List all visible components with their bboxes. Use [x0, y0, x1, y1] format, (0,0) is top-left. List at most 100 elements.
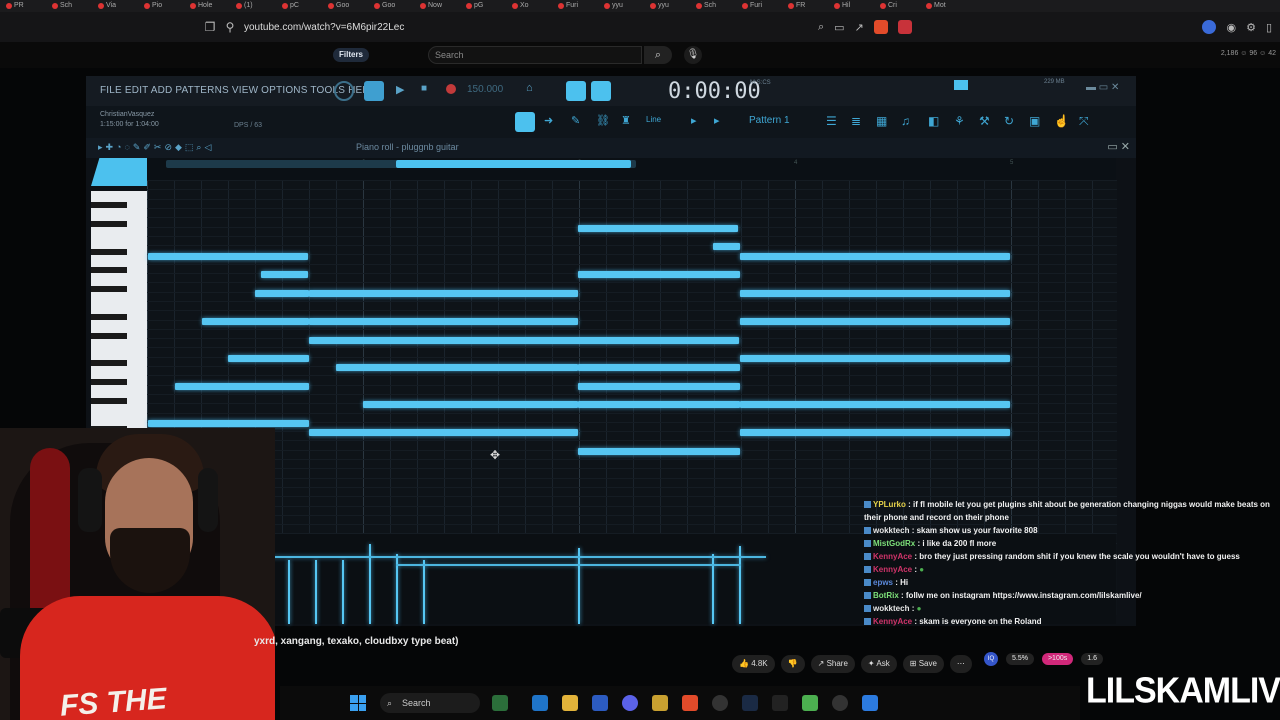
midi-note[interactable]: [175, 383, 309, 390]
rewards-icon[interactable]: [897, 20, 912, 34]
taskbar-search[interactable]: ⌕ Search: [380, 693, 480, 713]
windows-start-icon[interactable]: [350, 695, 366, 711]
black-key[interactable]: [91, 397, 127, 404]
black-key[interactable]: [91, 360, 127, 367]
browser-tab[interactable]: Furi: [742, 1, 784, 10]
app-icon-4k[interactable]: [832, 695, 848, 711]
app-icon-steam[interactable]: [742, 695, 758, 711]
black-key[interactable]: [91, 220, 127, 227]
midi-note[interactable]: [202, 318, 309, 325]
pattern-selector[interactable]: Pattern 1: [749, 115, 790, 126]
midi-note[interactable]: [578, 271, 740, 278]
browser-tab[interactable]: FR: [788, 1, 830, 10]
browser-tab[interactable]: Hil: [834, 1, 876, 10]
chat-username[interactable]: KennyAce: [873, 565, 912, 574]
url-field[interactable]: youtube.com/watch?v=6M6pir22Lec: [244, 22, 824, 33]
save-button[interactable]: ⊞ Save: [902, 655, 944, 673]
browser-tab[interactable]: Goo: [374, 1, 416, 10]
app-icon-brave[interactable]: [682, 695, 698, 711]
blend-notes-icon[interactable]: [591, 81, 611, 101]
extensions-icon[interactable]: ⚙: [1246, 21, 1256, 34]
browser-tab[interactable]: Goo: [328, 1, 370, 10]
app-icon-misc[interactable]: [772, 695, 788, 711]
share-button[interactable]: ↗ Share: [810, 655, 855, 673]
velocity-bar[interactable]: [342, 560, 344, 624]
app-icon-widgets[interactable]: [492, 695, 508, 711]
black-key[interactable]: [91, 286, 127, 292]
browser-tab[interactable]: Mot: [926, 1, 968, 10]
chat-username[interactable]: wokktech: [873, 604, 909, 613]
link-icon[interactable]: ⛓: [596, 114, 610, 127]
play-icon[interactable]: ▶: [396, 83, 404, 96]
close-wave-icon[interactable]: ⤧: [1079, 114, 1089, 129]
midi-note[interactable]: [740, 253, 1010, 260]
window-controls[interactable]: ▬ ▭ ✕: [1086, 82, 1119, 93]
browser-tab[interactable]: Sch: [52, 1, 94, 10]
arrow-right-icon[interactable]: ▸: [691, 114, 697, 127]
browser-tab[interactable]: pG: [466, 1, 508, 10]
browser-tab[interactable]: (1): [236, 1, 278, 10]
midi-note[interactable]: [228, 355, 309, 362]
chat-username[interactable]: wokktech: [873, 526, 909, 535]
midi-note[interactable]: [309, 337, 739, 344]
touch-icon[interactable]: ☝: [1054, 114, 1069, 128]
chat-username[interactable]: BotRix: [873, 591, 899, 600]
app-icon-copilot[interactable]: [532, 695, 548, 711]
app-icon-obs[interactable]: [712, 695, 728, 711]
app-icon-green[interactable]: [802, 695, 818, 711]
midi-note[interactable]: [148, 253, 308, 260]
midi-note[interactable]: [255, 290, 309, 297]
site-info-icon[interactable]: ⚲: [220, 20, 240, 34]
piano-roll-tools[interactable]: ▸✚◔◌✎✐✂⊘◆⬚⌕◁: [98, 142, 214, 153]
note-properties-tab[interactable]: [91, 158, 147, 186]
share-page-icon[interactable]: ↗: [855, 21, 864, 34]
app-icon-discord[interactable]: [622, 695, 638, 711]
sidebar-icon[interactable]: ▯: [1266, 21, 1272, 34]
chat-username[interactable]: epws: [873, 578, 893, 587]
tools-icon[interactable]: ⚒: [979, 114, 990, 128]
midi-note[interactable]: [148, 420, 309, 427]
dislike-button[interactable]: 👎: [780, 655, 805, 673]
loop-selection[interactable]: [396, 160, 631, 168]
brave-shield-icon[interactable]: [873, 20, 888, 34]
browser-tab[interactable]: Pio: [144, 1, 186, 10]
black-key[interactable]: [91, 313, 127, 320]
save-icon[interactable]: ▣: [1029, 114, 1040, 128]
stop-icon[interactable]: ■: [421, 83, 427, 94]
midi-note[interactable]: [578, 225, 738, 232]
step-edit-icon[interactable]: [566, 81, 586, 101]
browser-tab[interactable]: Furi: [558, 1, 600, 10]
midi-note[interactable]: [578, 364, 740, 371]
piano-roll-icon[interactable]: ♫: [901, 114, 910, 128]
app-icon-store[interactable]: [592, 695, 608, 711]
channel-rack-icon[interactable]: ≣: [851, 114, 861, 128]
ask-button[interactable]: ✦ Ask: [860, 655, 897, 673]
chat-username[interactable]: KennyAce: [873, 552, 912, 561]
search-icon[interactable]: ⌕: [644, 46, 672, 64]
velocity-bar[interactable]: [288, 560, 290, 624]
chat-username[interactable]: YPLurko: [873, 500, 906, 509]
zoom-icon[interactable]: ⌕: [818, 21, 824, 34]
black-key[interactable]: [91, 332, 127, 339]
chat-username[interactable]: MistGodRx: [873, 539, 915, 548]
midi-note[interactable]: [740, 401, 1010, 408]
pattern-song-toggle[interactable]: [364, 81, 384, 101]
line-mode-label[interactable]: Line: [646, 115, 661, 124]
midi-note[interactable]: [309, 429, 578, 436]
record-icon[interactable]: [446, 84, 456, 94]
browser-tab[interactable]: PR: [6, 1, 48, 10]
black-key[interactable]: [91, 248, 127, 255]
midi-note[interactable]: [740, 429, 1010, 436]
record-mode-icon[interactable]: [334, 81, 354, 101]
playlist-icon[interactable]: ▦: [876, 114, 887, 128]
velocity-bar[interactable]: [578, 548, 580, 624]
chat-username[interactable]: KennyAce: [873, 617, 912, 626]
app-icon-file-explorer[interactable]: [562, 695, 578, 711]
metronome-icon[interactable]: ⌂: [526, 82, 533, 94]
bookmark-icon[interactable]: ❐: [200, 20, 220, 34]
arrow-icon[interactable]: ➜: [544, 114, 553, 127]
midi-note[interactable]: [578, 448, 740, 455]
vpn-icon[interactable]: [1202, 20, 1217, 34]
browser-tab[interactable]: yyu: [604, 1, 646, 10]
more-button[interactable]: ⋯: [949, 655, 972, 673]
